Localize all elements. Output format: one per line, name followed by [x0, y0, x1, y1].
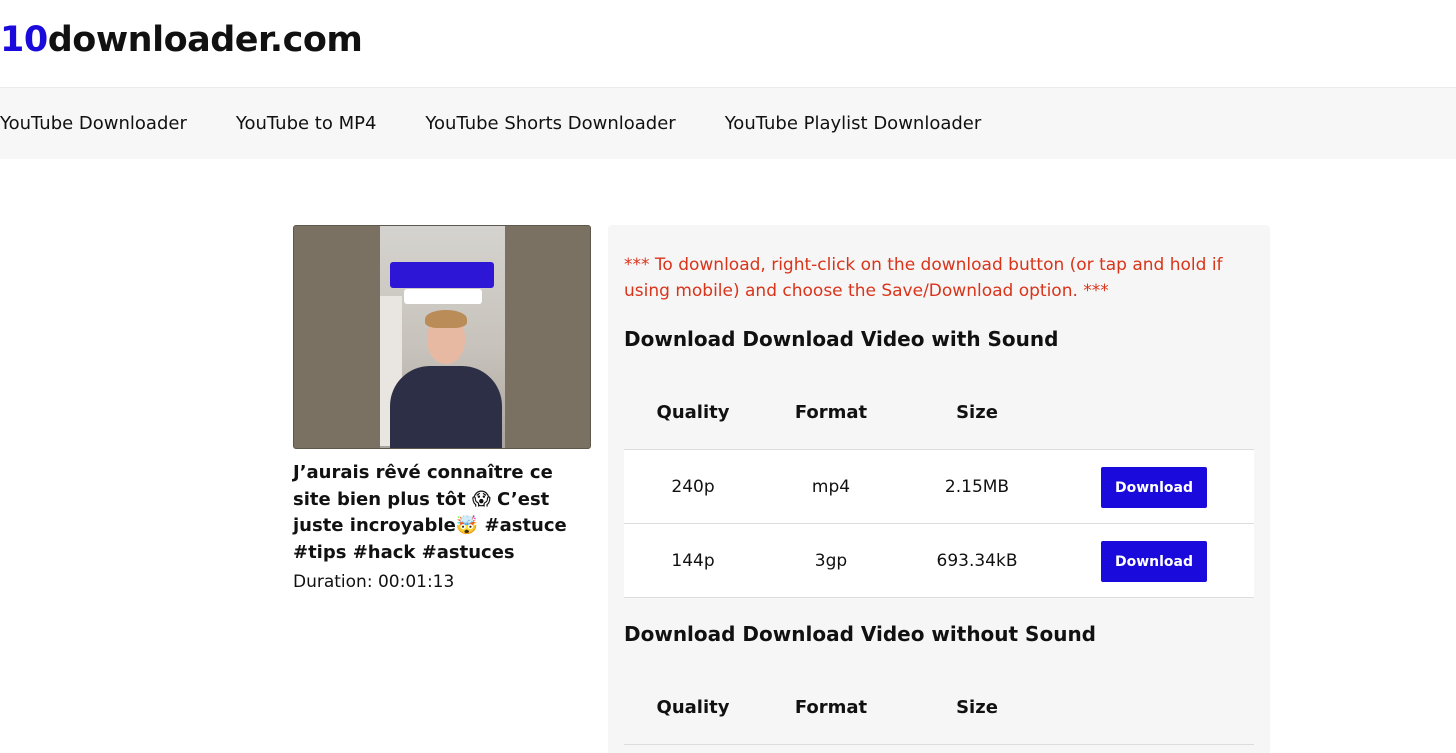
nav-youtube-to-mp4[interactable]: YouTube to MP4 — [236, 113, 377, 134]
with-sound-table: Quality Format Size 240p mp4 2.15MB Down… — [624, 376, 1254, 598]
row-size: 693.34kB — [936, 551, 1018, 571]
nav-youtube-shorts-downloader[interactable]: YouTube Shorts Downloader — [425, 113, 675, 134]
download-button-240p[interactable]: Download — [1101, 467, 1207, 508]
logo-accent: 10 — [0, 20, 48, 60]
thumbnail-caption-box-secondary — [404, 289, 482, 304]
without-sound-table: Quality Format Size — [624, 671, 1254, 745]
header-size: Size — [956, 697, 998, 718]
main-nav: YouTube Downloader YouTube to MP4 YouTub… — [0, 87, 1456, 159]
download-button-144p[interactable]: Download — [1101, 541, 1207, 582]
thumbnail-person-hair — [425, 310, 467, 328]
row-quality: 144p — [671, 551, 715, 571]
header-format: Format — [794, 402, 868, 423]
nav-youtube-playlist-downloader[interactable]: YouTube Playlist Downloader — [725, 113, 982, 134]
header-format: Format — [794, 697, 868, 718]
video-duration: Duration: 00:01:13 — [293, 572, 455, 592]
row-size: 2.15MB — [944, 477, 1010, 497]
section-title-without-sound: Download Download Video without Sound — [624, 622, 1096, 646]
header-size: Size — [956, 402, 998, 423]
row-format: 3gp — [814, 551, 848, 571]
table-row: 240p mp4 2.15MB Download — [624, 450, 1254, 524]
table-header-row: Quality Format Size — [624, 376, 1254, 450]
nav-youtube-downloader[interactable]: YouTube Downloader — [0, 113, 187, 134]
thumbnail-frame — [380, 226, 505, 448]
video-title: J’aurais rêvé connaître ce site bien plu… — [293, 462, 567, 563]
table-row: 144p 3gp 693.34kB Download — [624, 524, 1254, 598]
header-quality: Quality — [656, 402, 730, 423]
download-notice: *** To download, right-click on the down… — [624, 255, 1223, 301]
row-format: mp4 — [811, 477, 851, 497]
row-quality: 240p — [671, 477, 715, 497]
header-quality: Quality — [656, 697, 730, 718]
section-title-with-sound: Download Download Video with Sound — [624, 327, 1059, 351]
site-logo[interactable]: 10downloader.com — [0, 20, 363, 60]
logo-text: downloader.com — [47, 20, 363, 60]
video-thumbnail — [293, 225, 591, 449]
thumbnail-person-body — [390, 366, 502, 448]
table-header-row: Quality Format Size — [624, 671, 1254, 745]
thumbnail-caption-box — [390, 262, 494, 288]
download-panel: *** To download, right-click on the down… — [608, 225, 1270, 753]
